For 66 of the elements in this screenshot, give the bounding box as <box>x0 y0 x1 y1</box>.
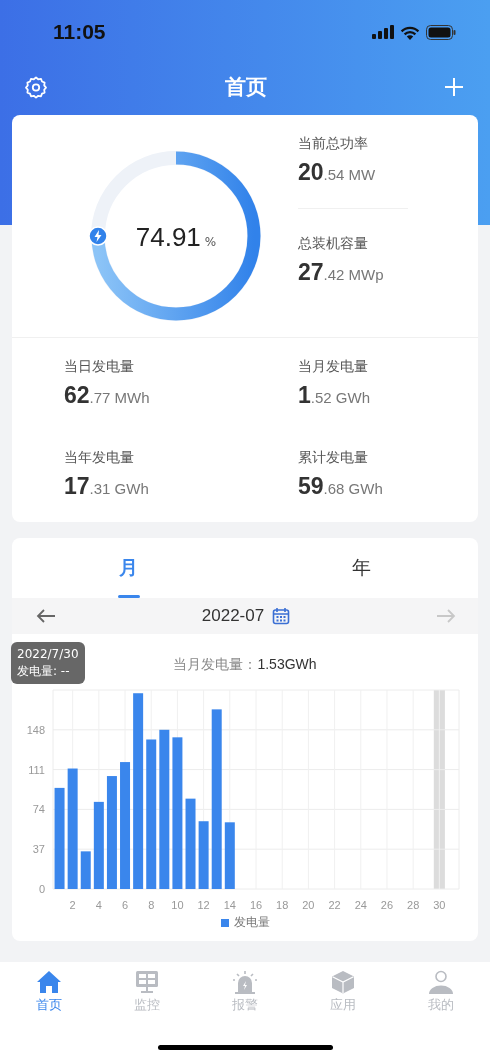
x-tick-label: 10 <box>171 899 184 911</box>
user-icon <box>428 970 454 994</box>
x-tick-label: 24 <box>354 899 367 911</box>
x-tick-label: 18 <box>276 899 289 911</box>
x-tick-label: 28 <box>407 899 420 911</box>
x-tick-label: 20 <box>302 899 315 911</box>
nav-item[interactable]: 报警 <box>196 962 294 1014</box>
left-arrow-icon[interactable] <box>36 608 56 624</box>
cube-icon <box>330 970 356 994</box>
signal-icon <box>372 25 394 39</box>
legend-swatch <box>220 918 229 927</box>
x-tick-label: 2 <box>69 899 76 911</box>
x-tick-label: 30 <box>433 899 446 911</box>
stat-value: 62.77 MWh <box>64 382 151 409</box>
stat-value: 1.52 GWh <box>298 382 371 409</box>
alarm-icon <box>232 970 258 994</box>
calendar-icon[interactable] <box>272 607 291 625</box>
stat-value: 27.42 MWp <box>298 259 385 286</box>
stat-label: 累计发电量 <box>298 449 369 467</box>
x-tick-label: 12 <box>197 899 210 911</box>
y-tick-label: 0 <box>38 883 45 895</box>
page-title: 首页 <box>225 74 267 101</box>
legend-label[interactable]: 发电量 <box>233 914 270 931</box>
status-time: 11:05 <box>53 20 106 44</box>
nav-item[interactable]: 首页 <box>0 962 98 1014</box>
date-label[interactable]: 2022-07 <box>201 606 265 626</box>
tooltip-text: 发电量: -- <box>17 663 71 680</box>
y-tick-label: 37 <box>32 843 45 856</box>
x-tick-label: 6 <box>121 899 129 911</box>
period-tab[interactable]: 月 <box>12 538 245 598</box>
x-tick-label: 16 <box>249 899 263 911</box>
summary-label: 当月发电量： <box>173 656 258 672</box>
nav-item[interactable]: 我的 <box>392 962 490 1014</box>
y-tick-label: 111 <box>28 763 45 776</box>
plus-icon[interactable] <box>444 77 464 97</box>
gauge-value: 74.91 <box>135 222 201 253</box>
bar <box>224 822 235 889</box>
lightning-icon <box>88 226 108 247</box>
stat-label: 当年发电量 <box>64 449 135 467</box>
x-tick-label: 14 <box>223 899 236 911</box>
stat-label: 当日发电量 <box>64 358 135 376</box>
nav-item[interactable]: 监控 <box>98 962 196 1014</box>
monitor-icon <box>134 970 160 994</box>
stat-label: 当月发电量 <box>298 358 369 376</box>
stat-value: 20.54 MW <box>298 159 377 186</box>
stat-label: 当前总功率 <box>298 135 369 153</box>
stat-label: 总装机容量 <box>298 235 369 253</box>
x-tick-label: 8 <box>148 899 155 911</box>
x-tick-label: 22 <box>328 899 341 911</box>
x-tick-label: 4 <box>95 899 102 911</box>
nav-item[interactable]: 应用 <box>294 962 392 1014</box>
summary-value: 1.53GWh <box>257 656 317 672</box>
bar <box>80 851 91 889</box>
bar <box>198 821 209 889</box>
tooltip-date: 2022/7/30 <box>17 646 79 663</box>
settings-icon[interactable] <box>24 75 48 99</box>
period-tab[interactable]: 年 <box>245 538 478 598</box>
y-tick-label: 74 <box>32 803 45 816</box>
stat-value: 17.31 GWh <box>64 473 150 500</box>
battery-icon <box>426 24 456 40</box>
stat-value: 59.68 GWh <box>298 473 384 500</box>
home-icon <box>36 970 62 994</box>
gauge-unit: % <box>204 235 217 249</box>
x-tick-label: 26 <box>380 899 394 911</box>
y-tick-label: 148 <box>26 723 45 736</box>
wifi-icon <box>400 24 420 40</box>
